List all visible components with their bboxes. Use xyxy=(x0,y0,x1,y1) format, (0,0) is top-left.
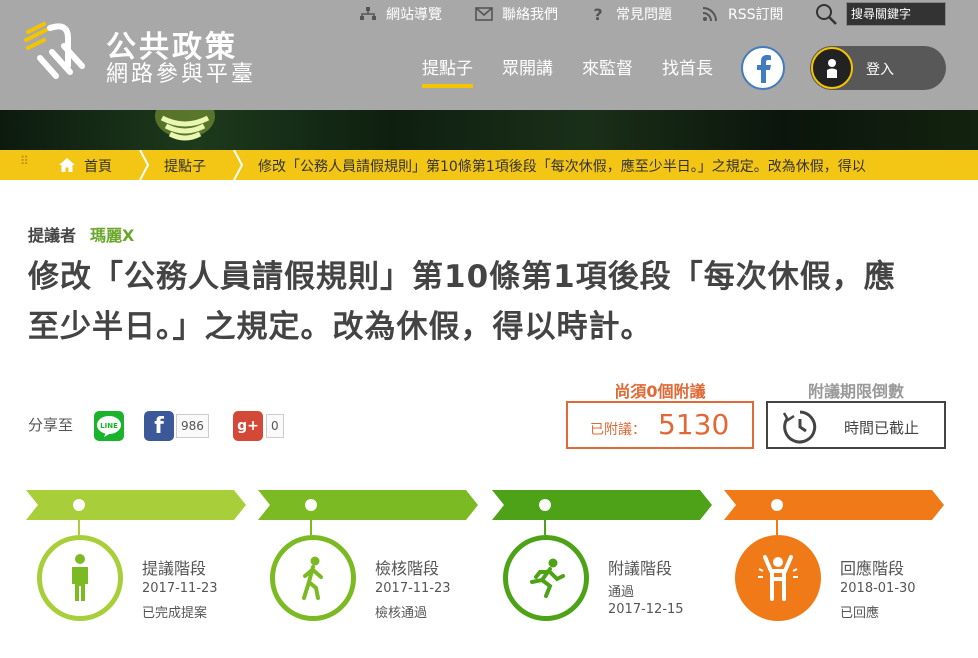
lightbulb-icon xyxy=(155,110,215,141)
site-header: 公共政策 網路參與平臺 網站導覽 聯絡我們 ? 常見問題 RSS訂閱 提點子 眾… xyxy=(0,0,978,110)
stage-stem xyxy=(544,511,546,535)
stage-response-date: 2018-01-30 xyxy=(840,581,916,596)
signed-label: 已附議： xyxy=(590,422,646,438)
nav-tab-discussion[interactable]: 眾開講 xyxy=(502,54,553,79)
person-running-icon xyxy=(530,558,565,598)
stage-proposal-badge xyxy=(37,535,123,621)
stage-band-endorse xyxy=(492,490,712,520)
rss-label: RSS訂閱 xyxy=(728,7,784,23)
signature-count-box: 已附議： 5130 xyxy=(566,401,754,449)
signatures-needed: 尚須0個附議 xyxy=(614,382,706,401)
stage-dot xyxy=(305,499,317,511)
search-input[interactable] xyxy=(846,2,946,26)
proposer-name[interactable]: 瑪麗X xyxy=(90,222,134,246)
grid-menu-icon[interactable]: ⠿ xyxy=(20,154,29,168)
mail-icon xyxy=(474,4,494,24)
contact-link[interactable]: 聯絡我們 xyxy=(474,4,558,24)
stage-progress-bar xyxy=(26,490,944,520)
clock-icon xyxy=(782,410,817,444)
person-cheering-icon xyxy=(758,555,798,601)
line-label: LINE xyxy=(100,422,118,430)
faq-link[interactable]: ? 常見問題 xyxy=(588,4,672,24)
share-label: 分享至 xyxy=(28,416,74,434)
facebook-page-button[interactable] xyxy=(741,46,785,90)
stage-stem xyxy=(310,511,312,535)
nav-tab-officials[interactable]: 找首長 xyxy=(662,54,713,79)
facebook-share-count: 986 xyxy=(176,414,209,438)
stage-band-response xyxy=(724,490,944,520)
breadcrumb-separator xyxy=(233,150,244,180)
facebook-icon xyxy=(757,55,771,83)
sitemap-link[interactable]: 網站導覽 xyxy=(358,4,442,24)
proposer-label: 提議者 xyxy=(28,226,77,245)
stage-response-badge xyxy=(735,535,821,621)
stage-dot xyxy=(771,499,783,511)
breadcrumb-section[interactable]: 提點子 xyxy=(164,156,206,176)
contact-label: 聯絡我們 xyxy=(502,7,558,23)
nav-tab-supervise[interactable]: 來監督 xyxy=(582,54,633,79)
search-icon[interactable] xyxy=(814,2,838,26)
nav-tab-ideas[interactable]: 提點子 xyxy=(422,54,473,88)
stage-proposal-date: 2017-11-23 xyxy=(142,581,218,596)
facebook-share-button[interactable]: f xyxy=(144,411,174,441)
person-walking-icon xyxy=(302,556,323,600)
stage-dot xyxy=(73,499,85,511)
stage-review-date: 2017-11-23 xyxy=(375,581,451,596)
sitemap-label: 網站導覽 xyxy=(386,7,442,23)
countdown-status: 時間已截止 xyxy=(844,419,920,437)
stage-response-status: 已回應 xyxy=(840,606,880,621)
stage-stem xyxy=(78,511,80,535)
stage-proposal-status: 已完成提案 xyxy=(142,606,208,621)
rss-link[interactable]: RSS訂閱 xyxy=(700,4,784,24)
gplus-icon: g+ xyxy=(237,418,259,434)
faq-label: 常見問題 xyxy=(616,7,672,23)
stage-proposal-name: 提議階段 xyxy=(142,559,207,578)
breadcrumb: ⠿ 首頁 提點子 修改「公務人員請假規則」第10條第1項後段「每次休假，應至少半… xyxy=(0,150,978,180)
stage-response-name: 回應階段 xyxy=(840,559,905,578)
stage-review-status: 檢核通過 xyxy=(375,606,428,621)
breadcrumb-home[interactable]: 首頁 xyxy=(84,156,112,176)
facebook-icon: f xyxy=(154,413,164,439)
gplus-share-count: 0 xyxy=(266,414,284,438)
rss-icon xyxy=(700,4,720,24)
countdown-label: 附議期限倒數 xyxy=(807,382,904,401)
user-icon xyxy=(811,47,853,89)
stage-review-badge xyxy=(270,535,356,621)
site-subtitle[interactable]: 網路參與平臺 xyxy=(106,56,256,88)
signed-count: 5130 xyxy=(658,408,730,441)
hero-banner xyxy=(0,110,978,150)
stage-endorse-date: 2017-12-15 xyxy=(608,602,684,617)
breadcrumb-separator xyxy=(139,150,150,180)
line-share-button[interactable]: LINE xyxy=(94,411,124,441)
gplus-share-button[interactable]: g+ xyxy=(233,411,263,441)
page-title: 修改「公務人員請假規則」第10條第1項後段「每次休假，應至少半日。」之規定。改為… xyxy=(28,259,896,345)
login-label: 登入 xyxy=(866,62,894,78)
sitemap-icon xyxy=(358,4,378,24)
question-icon: ? xyxy=(593,4,603,24)
stage-review-name: 檢核階段 xyxy=(375,559,440,578)
stage-endorse-name: 附議階段 xyxy=(608,559,673,578)
home-icon[interactable] xyxy=(58,157,76,173)
line-icon: LINE xyxy=(97,416,121,437)
countdown-box: 時間已截止 xyxy=(766,401,946,449)
stage-band-review xyxy=(258,490,478,520)
person-standing-icon xyxy=(72,554,88,601)
stage-stem xyxy=(776,511,778,535)
stage-endorse-status: 通過 xyxy=(608,585,635,600)
site-logo-icon[interactable] xyxy=(22,18,90,84)
stage-dot xyxy=(539,499,551,511)
stage-endorse-badge xyxy=(503,535,589,621)
login-button[interactable]: 登入 xyxy=(810,46,946,90)
breadcrumb-current: 修改「公務人員請假規則」第10條第1項後段「每次休假，應至少半日。」之規定。改為… xyxy=(258,159,866,175)
stage-band-proposal xyxy=(26,490,246,520)
